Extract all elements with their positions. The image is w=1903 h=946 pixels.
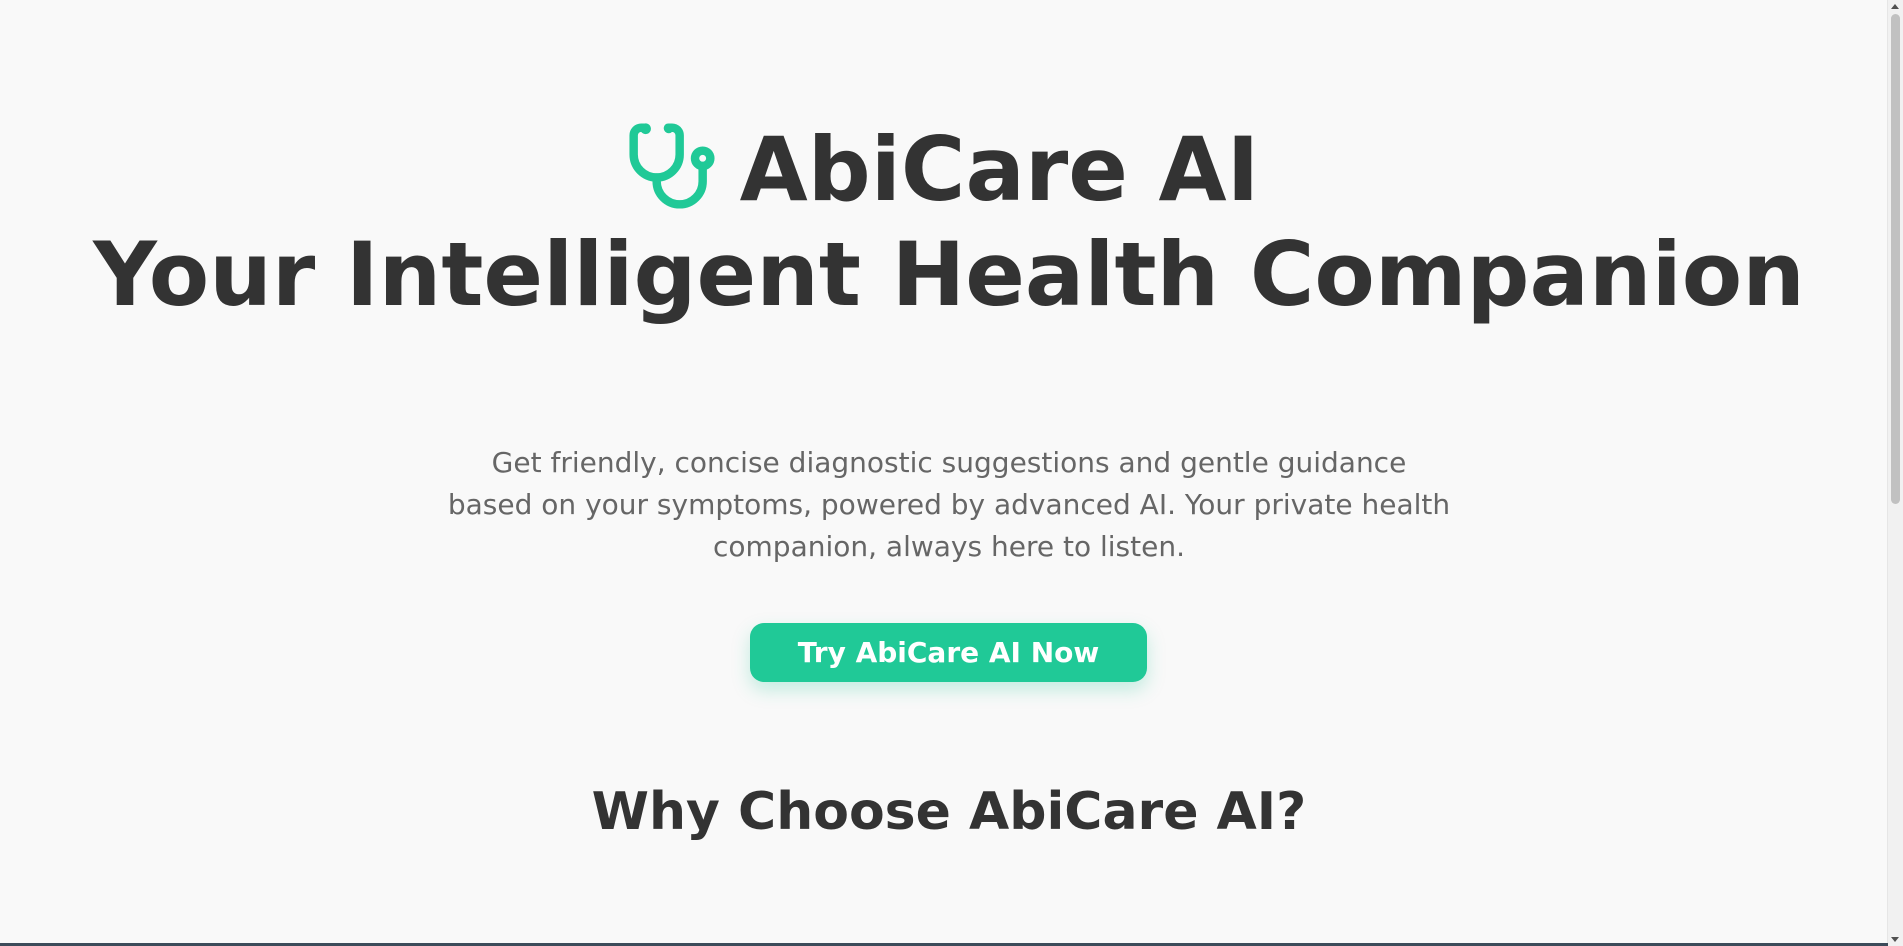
hero-subtitle: Get friendly, concise diagnostic suggest…: [447, 446, 1451, 563]
brand-name: AbiCare AI: [739, 118, 1260, 221]
scrollbar-thumb[interactable]: [1891, 14, 1900, 504]
stethoscope-icon: [629, 123, 715, 209]
vertical-scrollbar[interactable]: [1887, 0, 1903, 946]
hero-headline: Your Intelligent Health Companion: [93, 223, 1805, 326]
features-section-title: Why Choose AbiCare AI?: [591, 782, 1307, 842]
landing-page: AbiCare AI Your Intelligent Health Compa…: [0, 0, 1903, 946]
brand-header: AbiCare AI: [0, 118, 1885, 214]
scroll-down-arrow-icon[interactable]: [1891, 937, 1899, 942]
try-now-button[interactable]: Try AbiCare AI Now: [750, 623, 1147, 682]
scroll-up-arrow-icon[interactable]: [1891, 4, 1899, 9]
